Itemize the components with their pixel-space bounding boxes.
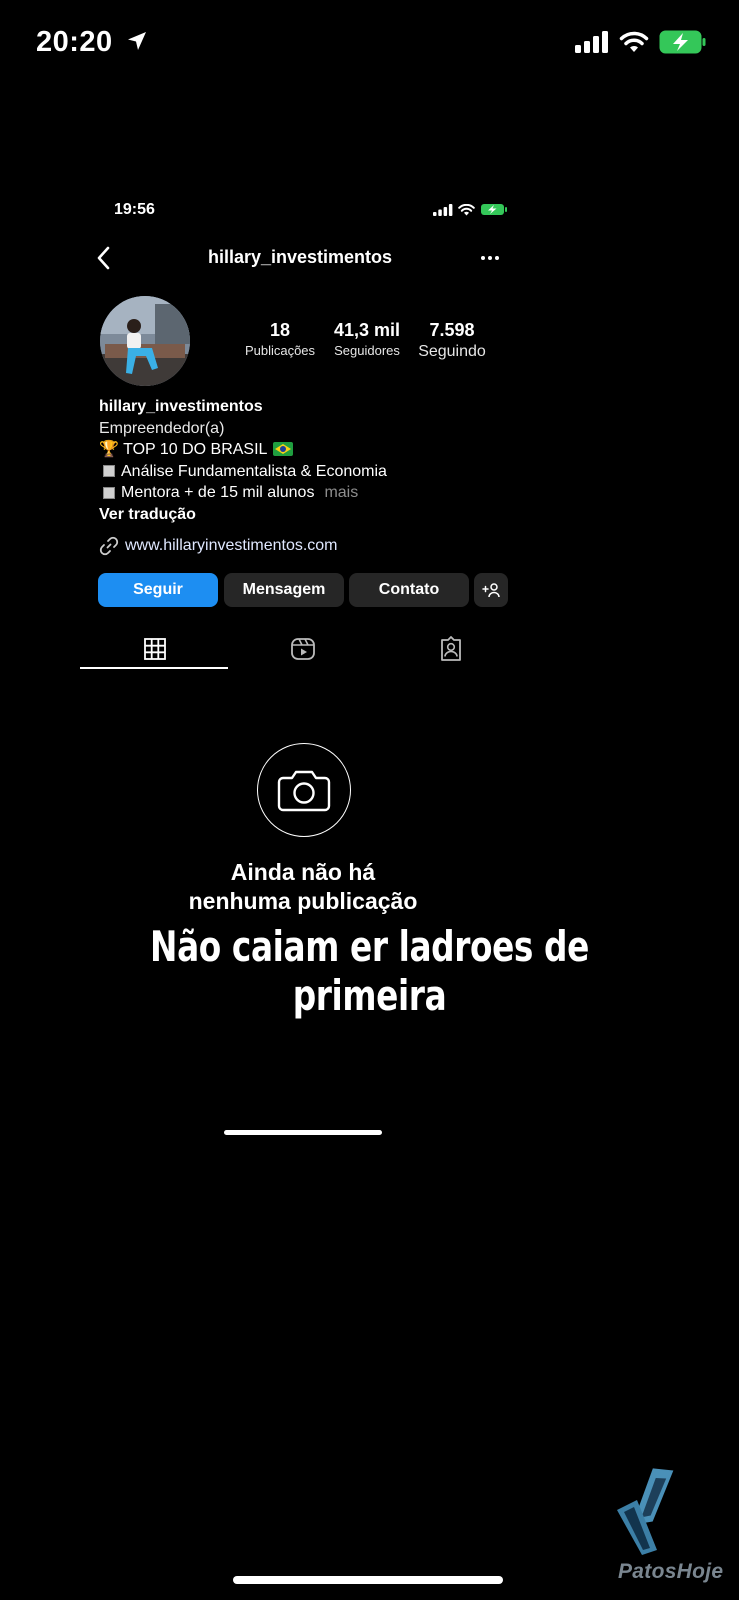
reels-icon: [291, 638, 315, 660]
message-button[interactable]: Mensagem: [224, 573, 344, 607]
bio-more-link[interactable]: mais: [324, 484, 358, 501]
add-person-icon: [482, 583, 500, 598]
signal-icon: [433, 203, 453, 216]
tab-active-indicator: [80, 667, 228, 669]
inner-home-indicator: [224, 1130, 382, 1135]
camera-circle: [257, 743, 351, 837]
square-icon: [103, 465, 115, 478]
outer-status-icons: [575, 30, 707, 54]
watermark-logo: [612, 1460, 692, 1565]
inner-status-time: 19:56: [114, 201, 155, 218]
stat-followers[interactable]: 41,3 mil Seguidores: [324, 320, 410, 358]
more-options-button[interactable]: [480, 244, 500, 267]
empty-state-title: Ainda não há nenhuma publicação: [80, 858, 526, 916]
follow-button[interactable]: Seguir: [98, 573, 218, 607]
inner-status-icons: [433, 203, 508, 216]
add-person-button[interactable]: [474, 573, 508, 607]
battery-charging-icon: [481, 204, 507, 215]
stat-following[interactable]: 7.598 Seguindo: [409, 320, 495, 361]
tagged-icon: [441, 636, 461, 661]
profile-username-title: hillary_investimentos: [207, 247, 393, 267]
more-icon: [481, 256, 499, 260]
bio-line-1: 🏆 TOP 10 DO BRASIL: [99, 439, 499, 461]
stat-value: 7.598: [429, 320, 475, 340]
stat-value: 18: [269, 320, 291, 340]
outer-time-text: 20:20: [36, 26, 113, 58]
camera-icon: [277, 770, 331, 812]
empty-state-line-1: Ainda não há: [230, 859, 376, 885]
bio-line-1-text: 🏆 TOP 10 DO BRASIL: [99, 441, 267, 458]
bio-line-3-text: Mentora + de 15 mil alunos: [121, 484, 315, 501]
link-icon: [99, 536, 119, 556]
bio-name: hillary_investimentos: [99, 398, 263, 415]
flippers-icon: [617, 1468, 674, 1555]
see-translation-link[interactable]: Ver tradução: [99, 504, 499, 526]
tab-tagged[interactable]: [377, 630, 525, 668]
avatar[interactable]: [100, 296, 190, 386]
bio-line-2-text: Análise Fundamentalista & Economia: [121, 462, 387, 480]
bio-line-2: Análise Fundamentalista & Economia: [99, 461, 499, 483]
watermark-text: PatosHoje: [618, 1560, 724, 1583]
stat-value: 41,3 mil: [333, 320, 401, 340]
square-icon: [103, 486, 115, 499]
outer-status-time: 20:20: [36, 26, 149, 59]
bio-line-3: Mentora + de 15 mil alunos mais: [99, 482, 499, 504]
overlay-caption: Não caiam er ladroes de primeira: [150, 922, 589, 1020]
stat-posts[interactable]: 18 Publicações: [237, 320, 323, 358]
signal-icon: [575, 31, 608, 53]
stat-label: Publicações: [244, 343, 316, 358]
empty-state-line-2: nenhuma publicação: [188, 888, 418, 914]
stat-label: Seguidores: [334, 343, 400, 358]
stat-label: Seguindo: [418, 343, 486, 360]
brazil-flag-icon: [273, 442, 294, 456]
wifi-icon: [619, 31, 649, 52]
grid-icon: [144, 638, 166, 660]
website-link[interactable]: www.hillaryinvestimentos.com: [99, 536, 338, 556]
avatar-photo: [100, 296, 190, 386]
battery-charging-icon: [659, 30, 706, 54]
tab-grid[interactable]: [81, 630, 229, 668]
home-indicator: [233, 1576, 503, 1584]
tab-reels[interactable]: [229, 630, 377, 668]
contact-button[interactable]: Contato: [349, 573, 469, 607]
wifi-icon: [458, 203, 475, 215]
location-arrow-icon: [128, 32, 147, 50]
profile-bio: hillary_investimentos Empreendedor(a) 🏆 …: [99, 396, 499, 525]
bio-category: Empreendedor(a): [99, 419, 225, 437]
website-url: www.hillaryinvestimentos.com: [125, 537, 338, 554]
